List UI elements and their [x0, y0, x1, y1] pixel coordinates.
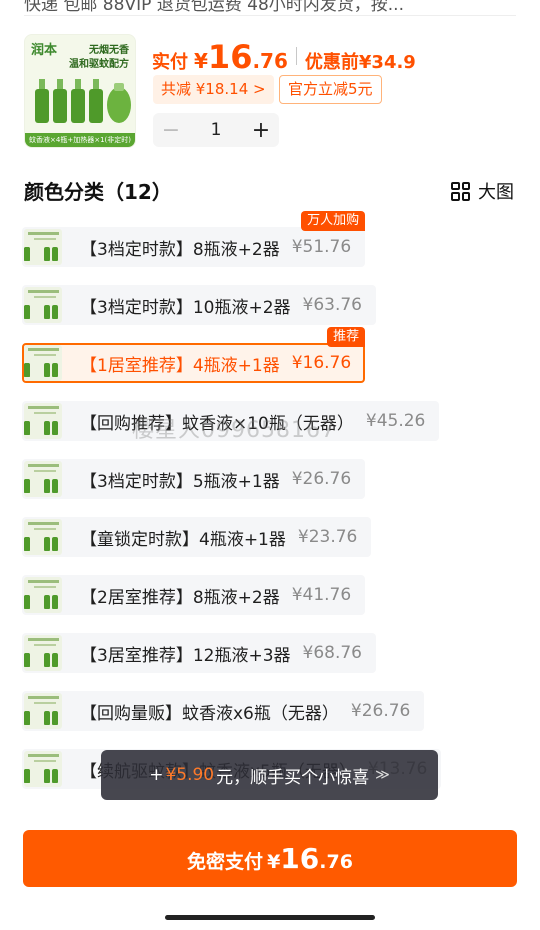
- sku-selector-sheet: 快递 包邮 88VIP 退货包运费 48小时内发货，按... 润本 无烟无香 温…: [0, 0, 540, 930]
- variant-thumbnail: [24, 693, 62, 729]
- toast-amount: ¥5.90: [165, 765, 215, 785]
- variant-thumbnail: [24, 751, 62, 787]
- variant-name: 【3档定时款】5瓶液+1器: [80, 471, 280, 492]
- variant-thumbnail: [24, 229, 62, 265]
- price-currency: ¥: [194, 49, 208, 73]
- variant-name: 【2居室推荐】8瓶液+2器: [80, 587, 280, 608]
- variant-option[interactable]: 【回购量贩】蚊香液x6瓶（无器） ¥26.76: [22, 691, 425, 731]
- product-tagline-2: 温和驱蚊配方: [69, 59, 129, 70]
- variant-section-title: 颜色分类（12）: [24, 180, 172, 204]
- variant-option[interactable]: 【2居室推荐】8瓶液+2器 ¥41.76: [22, 575, 366, 615]
- toast-text: 元，顺手买个小惊喜: [216, 767, 370, 788]
- variant-option[interactable]: 【3档定时款】8瓶液+2器 ¥51.76 万人加购: [22, 211, 366, 267]
- chevron-down-icon: ≫: [375, 767, 390, 783]
- variant-thumbnail: [24, 287, 62, 323]
- variant-option[interactable]: 【回购推荐】蚊香液×10瓶（无器） ¥45.26: [22, 401, 440, 441]
- pay-amount-decimal: .76: [319, 851, 353, 873]
- variant-name: 【回购推荐】蚊香液×10瓶（无器）: [80, 413, 354, 434]
- variant-price: ¥45.26: [365, 411, 426, 431]
- variant-badge: 万人加购: [301, 211, 366, 231]
- price-decimal: .76: [252, 49, 288, 73]
- variant-option[interactable]: 【3档定时款】5瓶液+1器 ¥26.76: [22, 459, 366, 499]
- original-price: ¥34.9: [358, 52, 416, 73]
- variant-name: 【3居室推荐】12瓶液+3器: [80, 645, 291, 666]
- grid-view-icon: [451, 181, 470, 201]
- variant-name: 【回购量贩】蚊香液x6瓶（无器）: [80, 703, 339, 724]
- variant-option[interactable]: 【3档定时款】10瓶液+2器 ¥63.76: [22, 285, 376, 325]
- variant-name: 【3档定时款】10瓶液+2器: [80, 297, 291, 318]
- brand-logo: 润本: [31, 43, 58, 58]
- variant-thumbnail: [24, 635, 62, 671]
- add-on-surprise-banner[interactable]: + ¥5.90 元，顺手买个小惊喜 ≫: [101, 750, 438, 800]
- increase-quantity-button[interactable]: +: [243, 118, 279, 143]
- variant-price: ¥16.76: [291, 353, 352, 373]
- variant-price: ¥26.76: [350, 701, 411, 721]
- toast-prefix: +: [149, 765, 164, 785]
- variant-name: 【3档定时款】8瓶液+2器: [80, 239, 280, 260]
- quantity-value[interactable]: 1: [189, 120, 243, 140]
- variant-price: ¥68.76: [302, 643, 362, 663]
- variant-price: ¥41.76: [291, 585, 352, 605]
- product-tagline-1: 无烟无香: [89, 45, 129, 56]
- pay-amount-integer: 16: [280, 842, 320, 875]
- variant-badge: 推荐: [327, 327, 366, 347]
- official-coupon-chip: 官方立减5元: [279, 75, 382, 104]
- actual-price-label: 实付: [152, 52, 188, 73]
- variant-thumbnail: [24, 577, 62, 613]
- price-row: 实付 ¥ 16 .76 优惠前 ¥34.9: [152, 38, 416, 76]
- large-image-label: 大图: [478, 182, 514, 203]
- variant-price: ¥63.76: [302, 295, 362, 315]
- variant-thumbnail: [24, 403, 62, 439]
- variant-name: 【1居室推荐】4瓶液+1器: [80, 355, 280, 376]
- quantity-stepper: − 1 +: [153, 113, 279, 147]
- price-divider: [295, 47, 297, 65]
- variant-name: 【童锁定时款】4瓶液+1器: [80, 529, 286, 550]
- variant-thumbnail: [24, 345, 62, 381]
- pay-currency: ¥: [267, 851, 281, 873]
- product-caption: 蚊香液×4瓶+加热器×1(非定时): [25, 133, 135, 147]
- pay-button-label: 免密支付: [187, 851, 264, 873]
- variant-option[interactable]: 【童锁定时款】4瓶液+1器 ¥23.76: [22, 517, 372, 557]
- total-discount-chip[interactable]: 共减 ¥18.14 >: [153, 75, 274, 104]
- variant-option[interactable]: 【1居室推荐】4瓶液+1器 ¥16.76 推荐: [22, 327, 366, 383]
- home-indicator: [165, 915, 375, 920]
- product-bottles-image: [35, 79, 131, 123]
- variant-price: ¥26.76: [291, 469, 352, 489]
- variant-option[interactable]: 【3居室推荐】12瓶液+3器 ¥68.76: [22, 633, 376, 673]
- service-info-snippet: 快递 包邮 88VIP 退货包运费 48小时内发货，按...: [24, 0, 516, 16]
- decrease-quantity-button[interactable]: −: [153, 118, 189, 143]
- password-free-pay-button[interactable]: 免密支付 ¥ 16 .76: [23, 830, 517, 887]
- variant-thumbnail: [24, 461, 62, 497]
- original-price-label: 优惠前: [304, 52, 359, 73]
- variant-thumbnail: [24, 519, 62, 555]
- product-thumbnail[interactable]: 润本 无烟无香 温和驱蚊配方 蚊香液×4瓶+加热器×1(非定时): [24, 34, 136, 148]
- variant-price: ¥51.76: [291, 237, 352, 257]
- large-image-view-toggle[interactable]: 大图: [451, 178, 514, 204]
- price-integer: 16: [207, 38, 253, 76]
- variant-price: ¥23.76: [297, 527, 358, 547]
